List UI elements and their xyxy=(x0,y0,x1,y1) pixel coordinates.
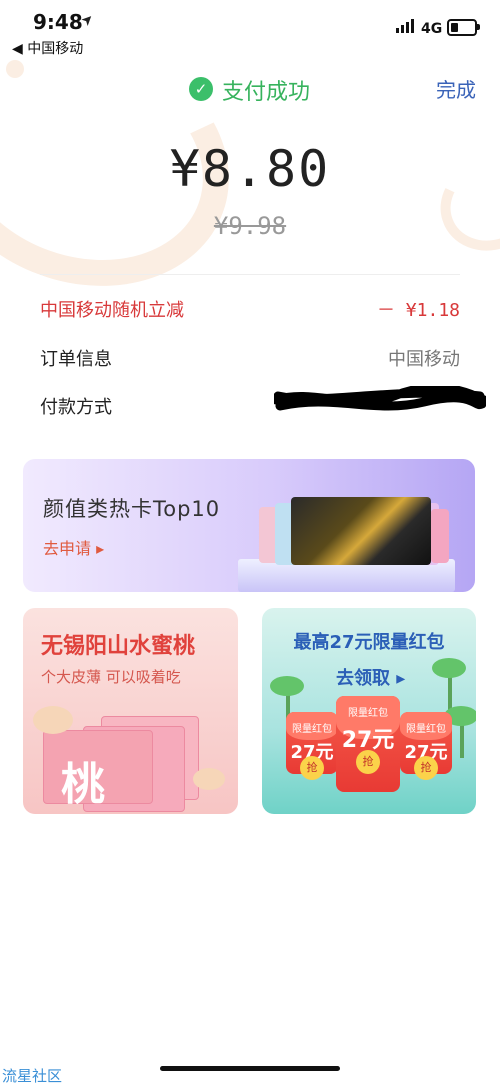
divider xyxy=(40,274,460,275)
home-indicator[interactable] xyxy=(160,1066,340,1071)
order-info-label: 订单信息 xyxy=(40,349,112,370)
envelope-seal: 抢 xyxy=(356,750,380,774)
red-packet-promo-card[interactable]: 最高27元限量红包 去领取 ▸ 限量红包 27元 抢 限量红包 27元 抢 限量… xyxy=(262,608,476,814)
envelope-label: 限量红包 xyxy=(292,724,332,735)
network-type: 4G xyxy=(421,21,443,37)
credit-card-banner[interactable]: 颜值类热卡Top10 去申请 ▸ xyxy=(23,459,475,592)
back-to-app-link[interactable]: ◀ 中国移动 xyxy=(12,38,83,58)
claim-link[interactable]: 去领取 ▸ xyxy=(336,664,405,690)
success-check-icon: ✓ xyxy=(189,77,213,101)
discount-value: － ¥1.18 xyxy=(376,300,460,321)
watermark: 流星社区 xyxy=(2,1067,63,1085)
peach-fruit-icon xyxy=(33,706,73,734)
peach-character: 桃 xyxy=(61,759,105,810)
banner-title: 颜值类热卡Top10 xyxy=(43,497,221,521)
decorative-dot xyxy=(6,60,24,78)
envelope-seal: 抢 xyxy=(300,756,324,780)
paid-amount: ¥8.80 xyxy=(169,140,331,198)
payment-method-label: 付款方式 xyxy=(40,397,112,418)
battery-tip xyxy=(477,24,480,30)
peach-promo-card[interactable]: 无锡阳山水蜜桃 个大皮薄 可以吸着吃 桃 xyxy=(23,608,238,814)
status-time: 9:48 xyxy=(33,10,83,34)
red-envelope-main: 限量红包 27元 抢 xyxy=(336,696,400,792)
peach-promo-subtitle: 个大皮薄 可以吸着吃 xyxy=(41,668,181,686)
peach-fruit-icon xyxy=(193,768,225,790)
discount-label: 中国移动随机立减 xyxy=(40,300,184,321)
red-packet-title: 最高27元限量红包 xyxy=(293,632,445,653)
order-info-value[interactable]: 中国移动 xyxy=(388,345,460,371)
red-envelope: 限量红包 27元 抢 xyxy=(286,712,338,780)
envelope-label: 限量红包 xyxy=(406,724,446,735)
peach-promo-title: 无锡阳山水蜜桃 xyxy=(41,634,196,659)
envelope-seal: 抢 xyxy=(414,756,438,780)
done-button[interactable]: 完成 xyxy=(436,74,476,103)
envelope-label: 限量红包 xyxy=(348,708,388,719)
battery-icon xyxy=(447,19,477,36)
signal-bars-icon xyxy=(396,19,416,33)
payment-success-title: 支付成功 xyxy=(222,80,311,105)
redacted-scribble xyxy=(274,386,486,411)
red-envelope: 限量红包 27元 抢 xyxy=(400,712,452,780)
original-amount: ¥9.98 xyxy=(213,212,287,240)
apply-link[interactable]: 去申请 ▸ xyxy=(43,535,104,559)
